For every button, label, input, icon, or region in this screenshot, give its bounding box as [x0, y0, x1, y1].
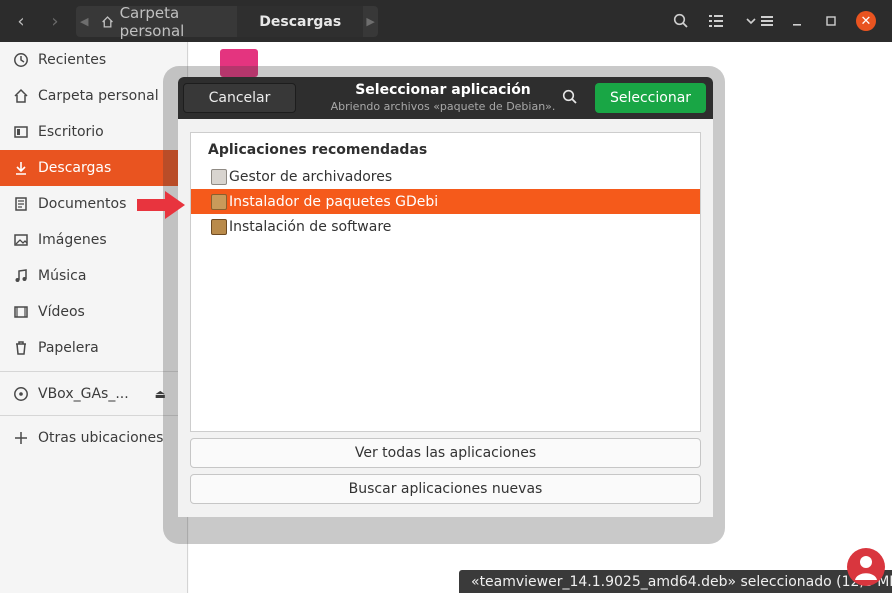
path-scroll-left-icon[interactable]: ◀	[76, 15, 93, 28]
application-list: Aplicaciones recomendadas Gestor de arch…	[190, 132, 701, 432]
sidebar-item-home[interactable]: Carpeta personal	[0, 78, 188, 114]
sidebar-item-otras-ubicaciones[interactable]: Otras ubicaciones	[0, 420, 188, 456]
sidebar-item-vbox[interactable]: VBox_GAs_... ⏏	[0, 376, 188, 412]
sidebar-item-musica[interactable]: Música	[0, 258, 188, 294]
download-icon	[12, 159, 30, 177]
status-bar: «teamviewer_14.1.9025_amd64.deb» selecci…	[459, 570, 892, 593]
sidebar-item-label: Vídeos	[38, 304, 85, 320]
sidebar-divider	[0, 415, 188, 416]
app-label: Instalación de software	[229, 218, 392, 235]
sidebar-item-label: Carpeta personal	[38, 88, 159, 104]
document-icon	[12, 195, 30, 213]
find-new-apps-button[interactable]: Buscar aplicaciones nuevas	[190, 474, 701, 504]
view-all-apps-button[interactable]: Ver todas las aplicaciones	[190, 438, 701, 468]
sidebar-item-label: Música	[38, 268, 87, 284]
sidebar-item-papelera[interactable]: Papelera	[0, 330, 188, 366]
watermark-logo-icon	[847, 548, 885, 586]
app-row-software-install[interactable]: Instalación de software	[208, 214, 701, 239]
app-label: Gestor de archivadores	[229, 168, 393, 185]
minimize-icon	[793, 24, 801, 26]
sidebar-item-recientes[interactable]: Recientes	[0, 42, 188, 78]
cancel-button[interactable]: Cancelar	[183, 83, 296, 113]
close-icon: ✕	[860, 13, 872, 29]
desktop-icon	[12, 123, 30, 141]
app-label: Instalador de paquetes GDebi	[229, 193, 439, 210]
sidebar-item-label: Otras ubicaciones	[38, 430, 164, 446]
dialog-header: Cancelar Seleccionar aplicación Abriendo…	[178, 77, 713, 119]
close-button[interactable]: ✕	[856, 11, 876, 31]
sidebar-item-videos[interactable]: Vídeos	[0, 294, 188, 330]
hamburger-menu-icon	[761, 16, 773, 26]
sidebar-item-label: Escritorio	[38, 124, 104, 140]
sidebar-item-label: Descargas	[38, 160, 112, 176]
sidebar-item-imagenes[interactable]: Imágenes	[0, 222, 188, 258]
disc-icon	[12, 385, 30, 403]
path-home-label: Carpeta personal	[119, 3, 185, 40]
plus-icon	[12, 429, 30, 447]
pointer-arrow-icon	[137, 191, 185, 219]
sidebar-item-label: Imágenes	[38, 232, 107, 248]
search-icon	[562, 89, 577, 104]
select-button[interactable]: Seleccionar	[595, 83, 706, 113]
sidebar-item-descargas[interactable]: Descargas	[0, 150, 188, 186]
minimize-button[interactable]	[782, 5, 812, 37]
sidebar-divider	[0, 371, 188, 372]
sidebar-item-label: Papelera	[38, 340, 99, 356]
sidebar: Recientes Carpeta personal Escritorio De…	[0, 42, 188, 593]
software-install-icon	[211, 218, 227, 235]
list-view-icon	[709, 15, 723, 27]
maximize-button[interactable]	[816, 5, 846, 37]
gdebi-package-icon	[211, 193, 227, 210]
back-button[interactable]: ‹	[6, 5, 36, 37]
select-application-dialog: Cancelar Seleccionar aplicación Abriendo…	[178, 77, 713, 517]
path-scroll-right-icon[interactable]: ▶	[363, 15, 378, 28]
clock-icon	[12, 51, 30, 69]
home-icon	[12, 87, 30, 105]
home-icon	[101, 15, 113, 28]
path-current-button[interactable]: Descargas	[237, 6, 364, 37]
sidebar-item-label: VBox_GAs_...	[38, 386, 129, 402]
search-icon	[673, 13, 688, 28]
video-icon	[12, 303, 30, 321]
chevron-left-icon: ‹	[17, 10, 25, 32]
path-bar: ◀ Carpeta personal Descargas ▶	[76, 3, 378, 40]
path-current-label: Descargas	[259, 13, 342, 30]
dialog-search-button[interactable]	[562, 89, 582, 109]
path-home-button[interactable]: Carpeta personal	[93, 3, 238, 40]
forward-button[interactable]: ›	[40, 5, 70, 37]
sidebar-item-label: Documentos	[38, 196, 127, 212]
list-heading: Aplicaciones recomendadas	[208, 142, 428, 158]
view-list-button[interactable]	[701, 5, 731, 37]
header-bar: ‹ › ◀ Carpeta personal Descargas ▶ ✕	[0, 0, 892, 42]
sidebar-item-label: Recientes	[38, 52, 107, 68]
sidebar-item-escritorio[interactable]: Escritorio	[0, 114, 188, 150]
chevron-right-icon: ›	[51, 10, 59, 32]
search-button[interactable]	[666, 5, 696, 37]
music-icon	[12, 267, 30, 285]
app-row-archive-manager[interactable]: Gestor de archivadores	[208, 164, 701, 189]
maximize-icon	[826, 16, 836, 26]
archive-manager-icon	[211, 168, 227, 185]
menu-button[interactable]	[752, 5, 782, 37]
trash-icon	[12, 339, 30, 357]
dialog-subtitle: Abriendo archivos «paquete de Debian».	[330, 100, 556, 113]
app-row-gdebi[interactable]: Instalador de paquetes GDebi	[191, 189, 700, 214]
image-icon	[12, 231, 30, 249]
dialog-title: Seleccionar aplicación	[355, 82, 531, 98]
